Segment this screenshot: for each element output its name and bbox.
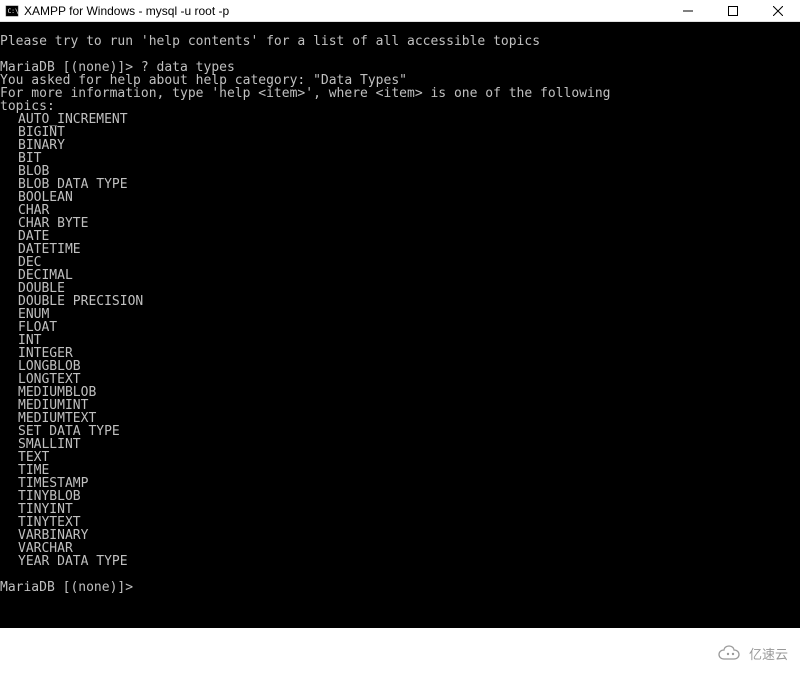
- bottom-margin: [0, 628, 800, 675]
- window-controls: [665, 0, 800, 21]
- terminal-output[interactable]: Please try to run 'help contents' for a …: [0, 22, 800, 628]
- window-title: XAMPP for Windows - mysql -u root -p: [24, 4, 665, 18]
- maximize-button[interactable]: [710, 0, 755, 22]
- window-titlebar: C:\ XAMPP for Windows - mysql -u root -p: [0, 0, 800, 22]
- prompt-line-2: MariaDB [(none)]>: [0, 580, 141, 595]
- watermark: 亿速云: [717, 644, 788, 663]
- cmd-icon: C:\: [4, 3, 20, 19]
- type-item: YEAR DATA TYPE: [18, 555, 128, 568]
- svg-text:C:\: C:\: [8, 7, 19, 14]
- cloud-icon: [717, 645, 745, 663]
- close-button[interactable]: [755, 0, 800, 22]
- minimize-button[interactable]: [665, 0, 710, 22]
- more-info-line: For more information, type 'help <item>'…: [0, 86, 610, 101]
- watermark-text: 亿速云: [749, 644, 788, 663]
- hint-line: Please try to run 'help contents' for a …: [0, 34, 540, 49]
